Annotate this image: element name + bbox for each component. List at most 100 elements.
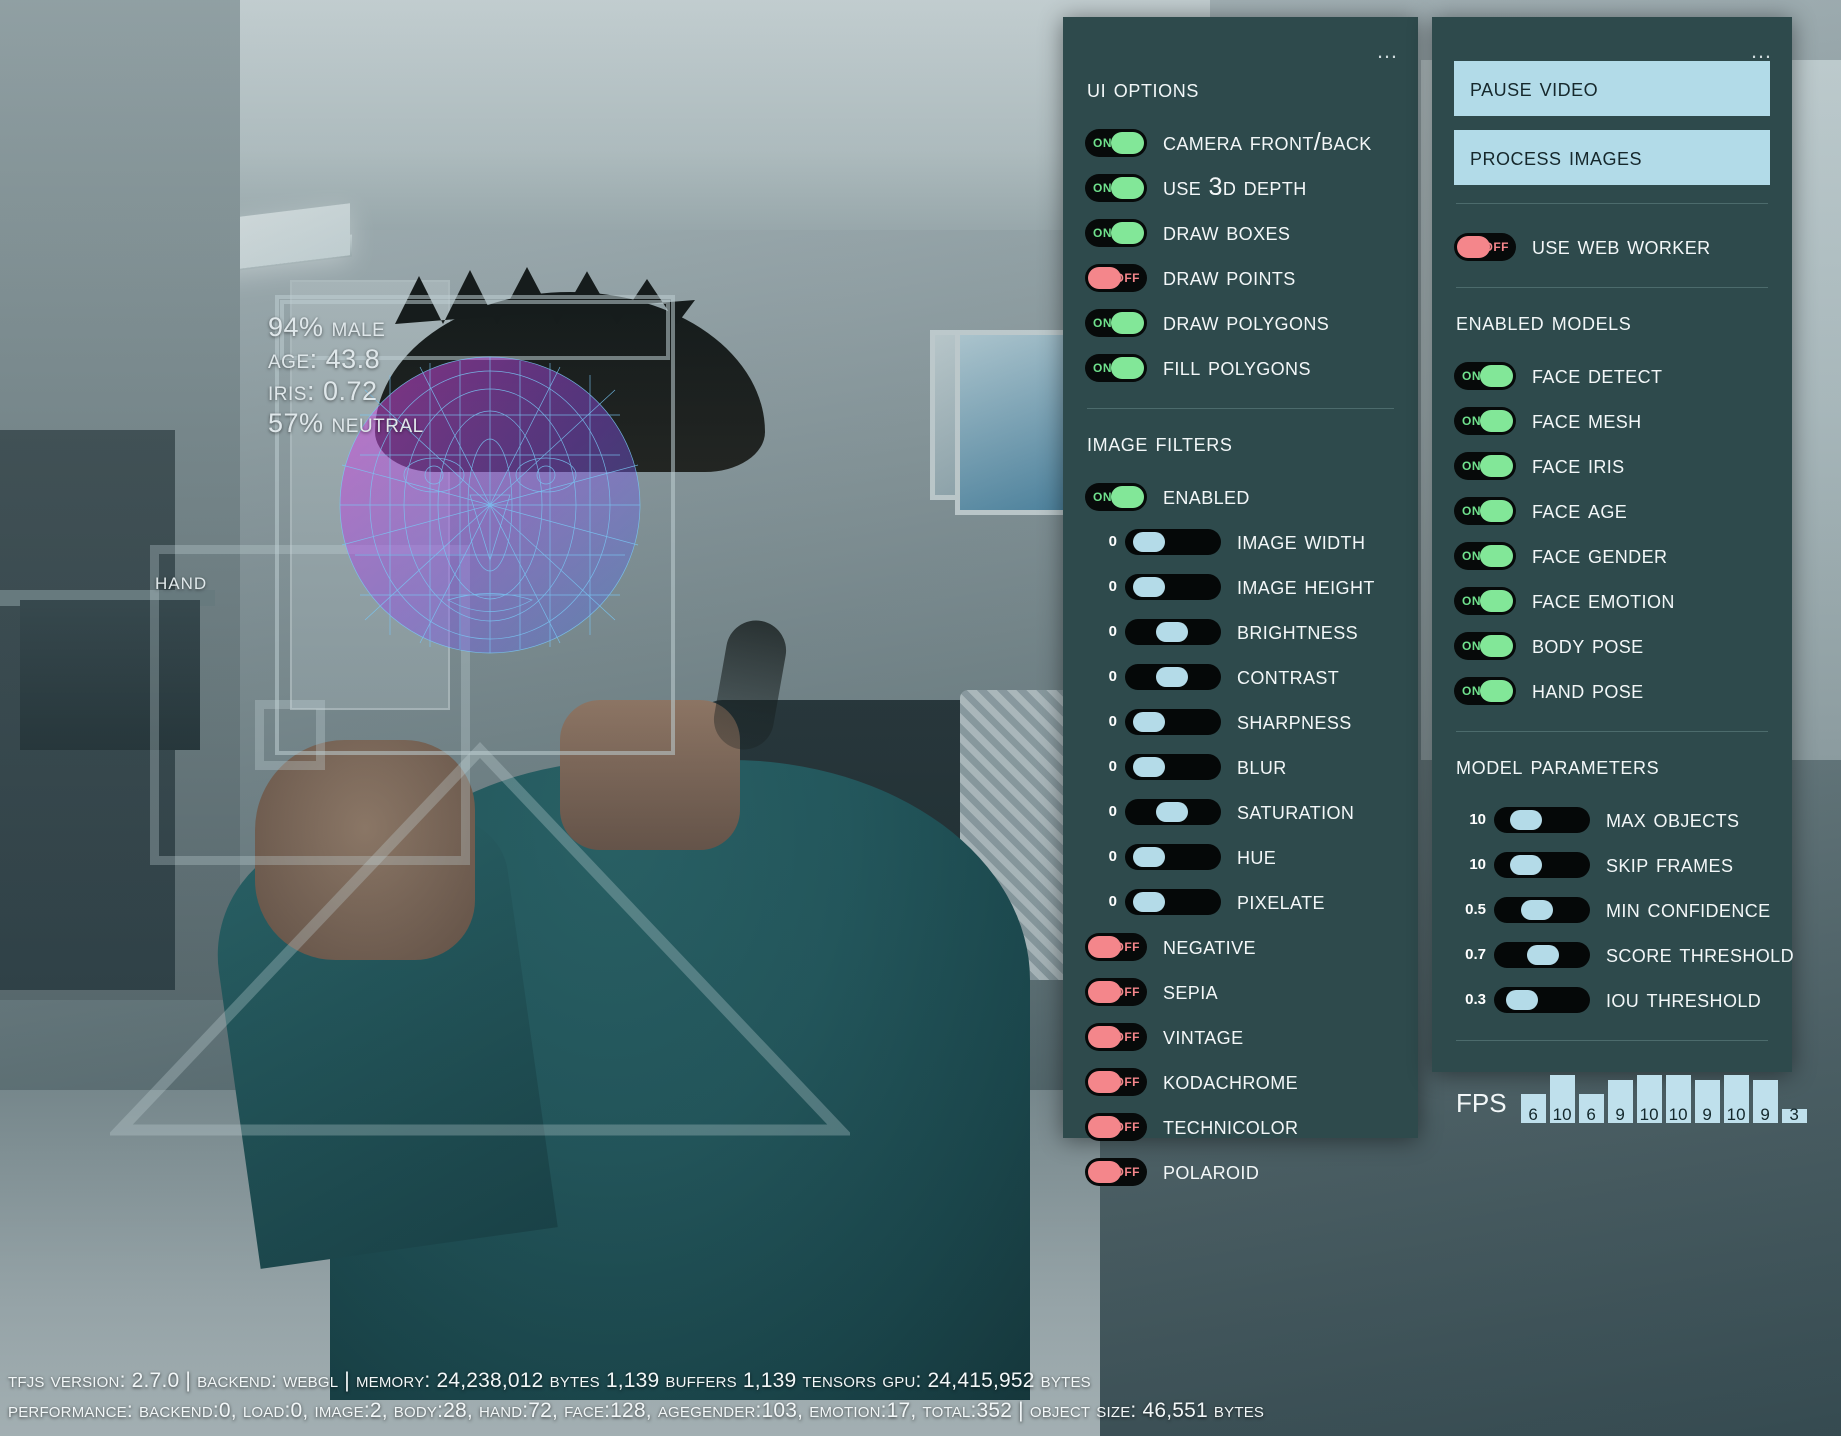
- fps-bar-value: 9: [1615, 1105, 1625, 1124]
- slider-max-objects[interactable]: [1494, 806, 1590, 833]
- slider-thumb[interactable]: [1155, 621, 1188, 642]
- slider-thumb[interactable]: [1155, 666, 1188, 687]
- slider-row-iou-threshold[interactable]: 0.3 IOU Threshold: [1454, 977, 1770, 1022]
- slider-row-saturation[interactable]: 0 Saturation: [1085, 789, 1396, 834]
- toggle-face-emotion[interactable]: ON: [1454, 586, 1516, 615]
- toggle-kodachrome[interactable]: OFF: [1085, 1067, 1147, 1096]
- slider-row-image-height[interactable]: 0 Image height: [1085, 564, 1396, 609]
- toggle-body-pose[interactable]: ON: [1454, 631, 1516, 660]
- slider-value: 0: [1108, 893, 1117, 910]
- ui-options-list: ON Camera Front/Back ON Use 3D Depth ON Draw …: [1085, 120, 1396, 390]
- slider-iou-threshold[interactable]: [1494, 986, 1590, 1013]
- toggle-face-detect[interactable]: ON: [1454, 361, 1516, 390]
- slider-thumb[interactable]: [1132, 846, 1165, 867]
- toggle-face-age[interactable]: ON: [1454, 496, 1516, 525]
- ellipsis-icon[interactable]: …: [1750, 40, 1774, 62]
- slider-blur[interactable]: [1125, 753, 1221, 780]
- fps-bar: 3: [1781, 1106, 1807, 1123]
- toggle-row-face-detect[interactable]: ON Face Detect: [1454, 353, 1770, 398]
- slider-contrast[interactable]: [1125, 663, 1221, 690]
- toggle-row-draw-points[interactable]: OFF Draw Points: [1085, 255, 1396, 300]
- slider-skip-frames[interactable]: [1494, 851, 1590, 878]
- toggle-row-draw-polygons[interactable]: ON Draw Polygons: [1085, 300, 1396, 345]
- toggle-row-body-pose[interactable]: ON Body Pose: [1454, 623, 1770, 668]
- toggle-row-vintage[interactable]: OFF Vintage: [1085, 1014, 1396, 1059]
- slider-thumb[interactable]: [1132, 576, 1165, 597]
- fps-graph: FPS 6 10 6 9 10 10 9 10 9 3: [1454, 1061, 1807, 1124]
- slider-saturation[interactable]: [1125, 798, 1221, 825]
- slider-thumb[interactable]: [1509, 854, 1542, 875]
- toggle-row-kodachrome[interactable]: OFF Kodachrome: [1085, 1059, 1396, 1104]
- divider: [1456, 731, 1768, 732]
- toggle-hand-pose[interactable]: ON: [1454, 676, 1516, 705]
- slider-row-image-width[interactable]: 0 Image width: [1085, 519, 1396, 564]
- toggle-row-use-web-worker[interactable]: OFF Use Web Worker: [1454, 224, 1770, 269]
- toggle-polaroid[interactable]: OFF: [1085, 1157, 1147, 1186]
- toggle-draw-points[interactable]: OFF: [1085, 263, 1147, 292]
- slider-row-min-confidence[interactable]: 0.5 Min Confidence: [1454, 887, 1770, 932]
- ellipsis-icon[interactable]: …: [1376, 40, 1400, 62]
- slider-thumb[interactable]: [1506, 989, 1539, 1010]
- toggle-camera-front-back[interactable]: ON: [1085, 128, 1147, 157]
- toggle-row-filters-enabled[interactable]: ON Enabled: [1085, 474, 1396, 519]
- slider-thumb[interactable]: [1132, 891, 1165, 912]
- toggle-state-text: ON: [1093, 489, 1112, 504]
- slider-thumb[interactable]: [1132, 711, 1165, 732]
- slider-row-score-threshold[interactable]: 0.7 Score Threshold: [1454, 932, 1793, 977]
- toggle-knob: [1111, 176, 1144, 199]
- toggle-draw-polygons[interactable]: ON: [1085, 308, 1147, 337]
- slider-sharpness[interactable]: [1125, 708, 1221, 735]
- row-label: Fill Polygons: [1163, 353, 1311, 381]
- slider-row-skip-frames[interactable]: 10 Skip Frames: [1454, 842, 1770, 887]
- slider-image-width[interactable]: [1125, 528, 1221, 555]
- slider-row-brightness[interactable]: 0 Brightness: [1085, 609, 1396, 654]
- slider-row-sharpness[interactable]: 0 Sharpness: [1085, 699, 1396, 744]
- toggle-face-mesh[interactable]: ON: [1454, 406, 1516, 435]
- slider-score-threshold[interactable]: [1494, 941, 1590, 968]
- slider-thumb[interactable]: [1155, 801, 1188, 822]
- slider-hue[interactable]: [1125, 843, 1221, 870]
- toggle-draw-boxes[interactable]: ON: [1085, 218, 1147, 247]
- toggle-row-face-age[interactable]: ON Face Age: [1454, 488, 1770, 533]
- process-images-button[interactable]: Process Images: [1454, 130, 1770, 185]
- slider-row-pixelate[interactable]: 0 Pixelate: [1085, 879, 1396, 924]
- toggle-row-face-gender[interactable]: ON Face Gender: [1454, 533, 1770, 578]
- toggle-row-polaroid[interactable]: OFF Polaroid: [1085, 1149, 1396, 1194]
- toggle-face-iris[interactable]: ON: [1454, 451, 1516, 480]
- toggle-row-use-3d-depth[interactable]: ON Use 3D Depth: [1085, 165, 1396, 210]
- toggle-use-3d-depth[interactable]: ON: [1085, 173, 1147, 202]
- slider-image-height[interactable]: [1125, 573, 1221, 600]
- toggle-filters-enabled[interactable]: ON: [1085, 482, 1147, 511]
- slider-pixelate[interactable]: [1125, 888, 1221, 915]
- slider-row-hue[interactable]: 0 Hue: [1085, 834, 1396, 879]
- toggle-row-face-iris[interactable]: ON Face Iris: [1454, 443, 1770, 488]
- pause-video-button[interactable]: Pause Video: [1454, 61, 1770, 116]
- slider-row-blur[interactable]: 0 Blur: [1085, 744, 1396, 789]
- toggle-row-sepia[interactable]: OFF Sepia: [1085, 969, 1396, 1014]
- toggle-fill-polygons[interactable]: ON: [1085, 353, 1147, 382]
- toggle-row-face-emotion[interactable]: ON Face Emotion: [1454, 578, 1770, 623]
- toggle-sepia[interactable]: OFF: [1085, 977, 1147, 1006]
- toggle-row-hand-pose[interactable]: ON Hand Pose: [1454, 668, 1770, 713]
- slider-row-max-objects[interactable]: 10 Max Objects: [1454, 797, 1770, 842]
- toggle-row-camera-front-back[interactable]: ON Camera Front/Back: [1085, 120, 1396, 165]
- toggle-row-face-mesh[interactable]: ON Face Mesh: [1454, 398, 1770, 443]
- slider-min-confidence[interactable]: [1494, 896, 1590, 923]
- toggle-row-negative[interactable]: OFF Negative: [1085, 924, 1396, 969]
- toggle-row-draw-boxes[interactable]: ON Draw Boxes: [1085, 210, 1396, 255]
- toggle-use-web-worker[interactable]: OFF: [1454, 232, 1516, 261]
- toggle-row-technicolor[interactable]: OFF Technicolor: [1085, 1104, 1396, 1149]
- slider-brightness[interactable]: [1125, 618, 1221, 645]
- toggle-face-gender[interactable]: ON: [1454, 541, 1516, 570]
- slider-thumb[interactable]: [1521, 899, 1554, 920]
- toggle-negative[interactable]: OFF: [1085, 932, 1147, 961]
- toggle-technicolor[interactable]: OFF: [1085, 1112, 1147, 1141]
- toggle-row-fill-polygons[interactable]: ON Fill Polygons: [1085, 345, 1396, 390]
- slider-thumb[interactable]: [1509, 809, 1542, 830]
- toggle-vintage[interactable]: OFF: [1085, 1022, 1147, 1051]
- slider-thumb[interactable]: [1527, 944, 1560, 965]
- slider-thumb[interactable]: [1132, 531, 1165, 552]
- toggle-state-text: ON: [1093, 315, 1112, 330]
- slider-thumb[interactable]: [1132, 756, 1165, 777]
- slider-row-contrast[interactable]: 0 Contrast: [1085, 654, 1396, 699]
